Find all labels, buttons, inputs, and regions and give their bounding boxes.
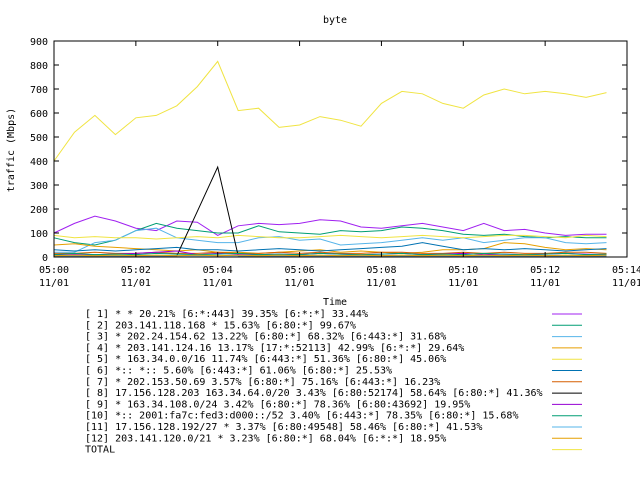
x-tick-date-label: 11/01 bbox=[448, 278, 478, 289]
legend-entry-label: TOTAL bbox=[85, 445, 115, 456]
x-tick-label: 05:00 bbox=[39, 265, 69, 276]
x-tick-label: 05:02 bbox=[121, 265, 151, 276]
x-tick-date-label: 11/01 bbox=[612, 278, 640, 289]
y-tick-label: 900 bbox=[30, 37, 48, 48]
legend-entry-label: [10] *:: 2001:fa7c:fed3:d000::/52 3.40% … bbox=[85, 411, 518, 422]
y-tick-label: 500 bbox=[30, 133, 48, 144]
legend-entry-label: [ 3] * 202.24.154.62 13.22% [6:80:*] 68.… bbox=[85, 332, 446, 343]
legend-entry-label: [ 8] 17.156.128.203 163.34.64.0/20 3.43%… bbox=[85, 388, 543, 399]
x-tick-label: 05:10 bbox=[448, 265, 478, 276]
y-tick-label: 300 bbox=[30, 181, 48, 192]
legend-entry-label: [ 7] * 202.153.50.69 3.57% [6:80:*] 75.1… bbox=[85, 377, 440, 388]
x-tick-label: 05:14 bbox=[612, 265, 640, 276]
legend-entry-label: [ 1] * * 20.21% [6:*:443] 39.35% [6:*:*]… bbox=[85, 309, 368, 320]
x-axis-label: Time bbox=[323, 297, 347, 308]
legend-entry-label: [12] 203.141.120.0/21 * 3.23% [6:80:*] 6… bbox=[85, 433, 446, 444]
y-tick-label: 400 bbox=[30, 157, 48, 168]
legend: [ 1] * * 20.21% [6:*:443] 39.35% [6:*:*]… bbox=[85, 309, 582, 456]
series-line-4 bbox=[53, 242, 607, 254]
x-tick-date-label: 11/01 bbox=[366, 278, 396, 289]
x-tick-date-label: 11/01 bbox=[285, 278, 315, 289]
x-tick-date-label: 11/01 bbox=[121, 278, 151, 289]
x-tick-label: 05:06 bbox=[285, 265, 315, 276]
y-tick-label: 800 bbox=[30, 61, 48, 72]
legend-entry-label: [11] 17.156.128.192/27 * 3.37% [6:80:495… bbox=[85, 422, 482, 433]
legend-entry-label: [ 5] * 163.34.0.0/16 11.74% [6:443:*] 51… bbox=[85, 354, 446, 365]
x-tick-date-label: 11/01 bbox=[203, 278, 233, 289]
y-axis-label: traffic (Mbps) bbox=[6, 108, 17, 192]
legend-entry-label: [ 6] *:: *:: 5.60% [6:443:*] 61.06% [6:8… bbox=[85, 366, 392, 377]
chart-title: byte bbox=[323, 15, 347, 26]
x-tick-label: 05:04 bbox=[203, 265, 233, 276]
legend-entry-label: [ 9] * 163.34.108.0/24 3.42% [6:80:*] 78… bbox=[85, 399, 470, 410]
x-tick-label: 05:08 bbox=[366, 265, 396, 276]
series-line-5 bbox=[53, 234, 607, 240]
y-tick-label: 700 bbox=[30, 85, 48, 96]
y-tick-label: 200 bbox=[30, 205, 48, 216]
x-tick-date-label: 11/01 bbox=[39, 278, 69, 289]
legend-entry-label: [ 2] 203.141.118.168 * 15.63% [6:80:*] 9… bbox=[85, 320, 356, 331]
y-tick-label: 600 bbox=[30, 109, 48, 120]
chart: byte traffic (Mbps) Time 0 100 200 300 400 50… bbox=[6, 15, 640, 456]
legend-entry-label: [ 4] * 203.141.124.16 13.17% [17:*:52113… bbox=[85, 343, 464, 354]
plot-lines bbox=[53, 60, 607, 257]
y-tick-label: 100 bbox=[30, 229, 48, 240]
x-tick-date-label: 11/01 bbox=[530, 278, 560, 289]
y-tick-label: 0 bbox=[42, 253, 48, 264]
plot-frame bbox=[53, 40, 628, 258]
x-tick-label: 05:12 bbox=[530, 265, 560, 276]
series-line-13 bbox=[53, 60, 607, 162]
